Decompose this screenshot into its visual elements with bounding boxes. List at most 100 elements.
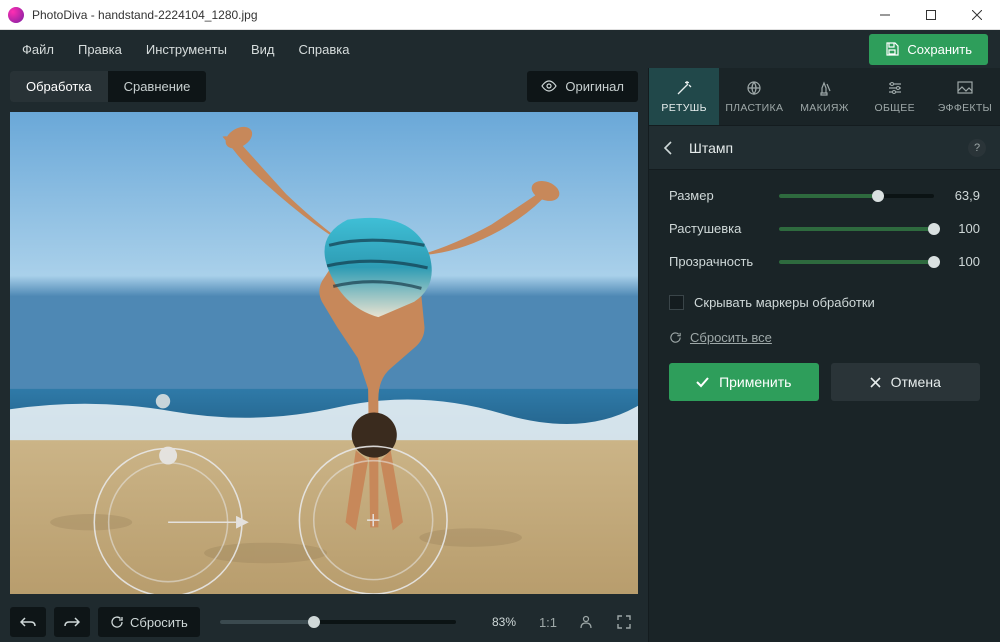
tool-header: Штамп ? [649,126,1000,170]
maximize-button[interactable] [908,0,954,29]
original-toggle-label: Оригинал [565,79,624,94]
close-button[interactable] [954,0,1000,29]
zoom-track [220,620,456,624]
save-icon [885,42,899,56]
apply-button-label: Применить [719,374,791,390]
fullscreen-button[interactable] [610,608,638,636]
category-plastic[interactable]: ПЛАСТИКА [719,68,789,125]
slider-opacity: Прозрачность 100 [669,254,980,269]
original-toggle-button[interactable]: Оригинал [527,71,638,102]
menu-edit[interactable]: Правка [68,36,132,63]
sliders-icon [886,79,904,97]
app-logo-icon [8,7,24,23]
slider-opacity-thumb[interactable] [928,256,940,268]
slider-feather-label: Растушевка [669,221,767,236]
category-effects[interactable]: ЭФФЕКТЫ [930,68,1000,125]
category-effects-label: ЭФФЕКТЫ [938,102,992,114]
redo-icon [64,616,80,628]
menu-help[interactable]: Справка [288,36,359,63]
check-icon [696,377,709,388]
window-controls [862,0,1000,29]
zoom-thumb[interactable] [308,616,320,628]
reset-all-row: Сбросить все [649,324,1000,363]
lipstick-icon [816,79,834,97]
side-panel: РЕТУШЬ ПЛАСТИКА МАКИЯЖ ОБЩЕЕ ЭФФЕКТЫ [648,68,1000,642]
image-canvas[interactable] [10,112,638,594]
slider-size-track[interactable] [779,194,934,198]
minimize-button[interactable] [862,0,908,29]
slider-feather: Растушевка 100 [669,221,980,236]
category-makeup-label: МАКИЯЖ [800,102,849,114]
chevron-left-icon [663,141,672,155]
window-title: PhotoDiva - handstand-2224104_1280.jpg [32,8,862,22]
zoom-fill [220,620,314,624]
x-icon [870,377,881,388]
slider-size: Размер 63,9 [669,188,980,203]
tab-compare[interactable]: Сравнение [108,71,207,102]
slider-group: Размер 63,9 Растушевка 100 П [649,170,1000,295]
slider-feather-track[interactable] [779,227,934,231]
category-plastic-label: ПЛАСТИКА [725,102,783,114]
editor-tabs: Обработка Сравнение [10,71,206,102]
cancel-button-label: Отмена [891,374,941,390]
hide-markers-row: Скрывать маркеры обработки [649,295,1000,324]
apply-button[interactable]: Применить [669,363,819,401]
menu-bar: Файл Правка Инструменты Вид Справка Сохр… [0,30,1000,68]
refresh-icon [669,331,682,344]
cancel-button[interactable]: Отмена [831,363,981,401]
editor-top-row: Обработка Сравнение Оригинал [10,68,638,104]
image-icon [956,79,974,97]
menu-file[interactable]: Файл [12,36,64,63]
category-retouch[interactable]: РЕТУШЬ [649,68,719,125]
zoom-slider[interactable] [220,620,456,624]
slider-feather-fill [779,227,934,231]
globe-icon [745,79,763,97]
editor-column: Обработка Сравнение Оригинал [0,68,648,642]
slider-size-label: Размер [669,188,767,203]
slider-opacity-value: 100 [946,254,980,269]
category-retouch-label: РЕТУШЬ [661,102,706,114]
category-makeup[interactable]: МАКИЯЖ [789,68,859,125]
content-row: Обработка Сравнение Оригинал [0,68,1000,642]
app-frame: Файл Правка Инструменты Вид Справка Сохр… [0,30,1000,642]
undo-icon [20,616,36,628]
category-common-label: ОБЩЕЕ [875,102,915,114]
save-button-label: Сохранить [907,42,972,57]
editor-bottom-bar: Сбросить 83% 1:1 [10,602,638,642]
slider-feather-thumb[interactable] [928,223,940,235]
hide-markers-label: Скрывать маркеры обработки [694,295,875,310]
back-button[interactable] [663,141,683,155]
wand-icon [675,79,693,97]
view-icons: 1:1 [534,608,638,636]
save-button[interactable]: Сохранить [869,34,988,65]
redo-button[interactable] [54,607,90,637]
reset-button-label: Сбросить [130,615,188,630]
undo-button[interactable] [10,607,46,637]
action-buttons: Применить Отмена [649,363,1000,401]
eye-icon [541,80,557,92]
reset-all-link[interactable]: Сбросить все [690,330,772,345]
refresh-icon [110,615,124,629]
slider-size-thumb[interactable] [872,190,884,202]
one-to-one-button[interactable]: 1:1 [534,608,562,636]
menu-tools[interactable]: Инструменты [136,36,237,63]
reset-button[interactable]: Сбросить [98,607,200,637]
photo-preview [10,112,638,594]
help-button[interactable]: ? [968,139,986,157]
category-common[interactable]: ОБЩЕЕ [860,68,930,125]
slider-size-fill [779,194,878,198]
hide-markers-checkbox[interactable] [669,295,684,310]
zoom-value: 83% [476,615,516,629]
category-tabs: РЕТУШЬ ПЛАСТИКА МАКИЯЖ ОБЩЕЕ ЭФФЕКТЫ [649,68,1000,126]
window-titlebar: PhotoDiva - handstand-2224104_1280.jpg [0,0,1000,30]
fit-person-button[interactable] [572,608,600,636]
slider-size-value: 63,9 [946,188,980,203]
tool-title: Штамп [689,140,733,156]
slider-opacity-track[interactable] [779,260,934,264]
menu-view[interactable]: Вид [241,36,285,63]
slider-feather-value: 100 [946,221,980,236]
tab-process[interactable]: Обработка [10,71,108,102]
slider-opacity-label: Прозрачность [669,254,767,269]
slider-opacity-fill [779,260,934,264]
expand-icon [617,615,631,629]
